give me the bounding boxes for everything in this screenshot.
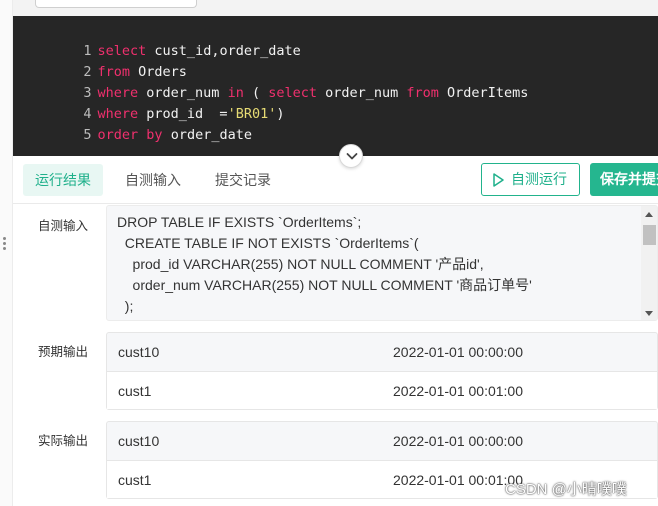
collapse-editor-button[interactable] — [339, 144, 363, 168]
input-scrollbar[interactable] — [641, 206, 657, 320]
scroll-down-icon[interactable] — [645, 311, 653, 316]
code-token: ) — [276, 106, 285, 122]
chevron-down-icon — [346, 153, 358, 160]
keyword-token: order — [97, 127, 139, 143]
tab-run-result[interactable]: 运行结果 — [23, 164, 103, 196]
order-date-cell: 2022-01-01 00:00:00 — [393, 433, 523, 449]
cust-id-cell: cust10 — [118, 344, 160, 360]
sql-line: prod_id VARCHAR(255) NOT NULL COMMENT '产… — [117, 256, 484, 272]
scroll-up-icon[interactable] — [645, 212, 653, 217]
code-token: order_date — [162, 127, 252, 143]
cust-id-cell: cust1 — [118, 383, 152, 399]
expected-output-table: cust10 2022-01-01 00:00:00 cust1 2022-01… — [106, 332, 658, 410]
code-token: OrderItems — [438, 85, 529, 101]
language-select[interactable] — [35, 0, 197, 8]
table-row: cust1 2022-01-01 00:01:00 — [107, 371, 657, 409]
cust-id-cell: cust10 — [118, 433, 160, 449]
sql-line: ); — [117, 298, 134, 314]
order-date-cell: 2022-01-01 00:01:00 — [393, 472, 523, 488]
save-submit-button[interactable]: 保存并提交 — [590, 163, 658, 196]
custom-input-label: 自测输入 — [38, 219, 89, 233]
run-test-label: 自测运行 — [511, 171, 567, 187]
sql-line: CREATE TABLE IF NOT EXISTS `OrderItems`( — [117, 235, 419, 251]
actual-output-label: 实际输出 — [38, 434, 89, 448]
sql-line: DROP TABLE IF EXISTS `OrderItems`; — [117, 214, 362, 230]
code-editor[interactable]: 1 select cust_id,order_date 2 from Orders … — [13, 16, 658, 156]
table-row: cust10 2022-01-01 00:00:00 — [107, 333, 657, 371]
sql-line: order_num VARCHAR(255) NOT NULL COMMENT … — [117, 277, 532, 293]
result-tab-bar: 运行结果 自测输入 提交记录 自测运行 保存并提交 — [13, 156, 658, 204]
tab-custom-input[interactable]: 自测输入 — [113, 164, 193, 196]
csdn-watermark: CSDN @小晴噗噗 — [505, 481, 627, 498]
cust-id-cell: cust1 — [118, 472, 152, 488]
keyword-token: by — [146, 127, 163, 143]
left-gutter — [0, 0, 13, 506]
tab-submission-history[interactable]: 提交记录 — [203, 164, 283, 196]
code-line[interactable]: 4 where prod_id ='BR01') — [13, 83, 284, 122]
order-date-cell: 2022-01-01 00:00:00 — [393, 344, 523, 360]
line-number: 5 — [83, 127, 92, 143]
order-date-cell: 2022-01-01 00:01:00 — [393, 383, 523, 399]
table-row: cust10 2022-01-01 00:00:00 — [107, 422, 657, 460]
keyword-token: from — [406, 85, 439, 101]
top-toolbar — [13, 0, 658, 16]
code-line[interactable]: 5 order by order_date — [13, 104, 252, 143]
play-icon — [493, 173, 504, 187]
code-token: order_num — [317, 85, 407, 101]
expected-output-label: 预期输出 — [38, 345, 89, 359]
scroll-thumb[interactable] — [643, 225, 656, 245]
code-line[interactable]: 3 where order_num in ( select order_num f… — [13, 62, 528, 101]
run-test-button[interactable]: 自测运行 — [481, 163, 580, 196]
code-line[interactable]: 1 select cust_id,order_date — [13, 20, 300, 59]
drag-handle-icon[interactable] — [3, 237, 7, 251]
code-line[interactable]: 2 from Orders — [13, 41, 187, 80]
custom-input-textarea[interactable]: DROP TABLE IF EXISTS `OrderItems`; CREAT… — [106, 205, 658, 321]
